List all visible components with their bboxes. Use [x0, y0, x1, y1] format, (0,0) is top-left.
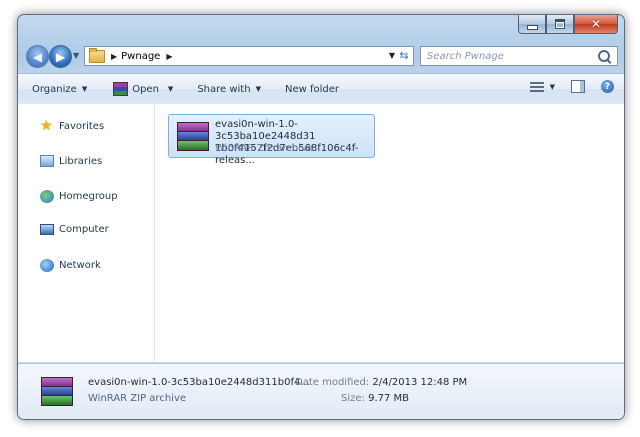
folder-icon: [89, 47, 105, 63]
breadcrumb-separator-icon[interactable]: ▶: [166, 52, 172, 61]
nav-item-label: Computer: [59, 224, 109, 235]
search-box[interactable]: Search Pwnage: [420, 46, 618, 66]
back-arrow-icon: ◀: [32, 49, 43, 64]
back-button[interactable]: ◀: [26, 45, 49, 68]
details-file-type: WinRAR ZIP archive: [88, 393, 187, 404]
organize-button[interactable]: Organize ▼: [32, 84, 87, 95]
file-name-line1: evasi0n-win-1.0-3c53ba10e2448d31: [215, 119, 316, 142]
star-icon: ★: [40, 118, 53, 134]
breadcrumb-pwnage[interactable]: Pwnage: [121, 51, 160, 62]
preview-pane-icon[interactable]: [571, 80, 585, 93]
address-dropdown-icon[interactable]: ▼: [389, 51, 395, 60]
chevron-down-icon: ▼: [255, 85, 261, 93]
minimize-button[interactable]: [518, 15, 546, 34]
winrar-archive-icon: [39, 375, 73, 407]
address-row: ◀ ▶ ▼ ▶ Pwnage ▶ ▼ ⇆ Search Pwnage: [24, 45, 618, 69]
details-file-name: evasi0n-win-1.0-3c53ba10e2448d311b0f4...: [88, 377, 310, 388]
command-bar: Organize ▼ Open ▼ Share with ▼ New folder ▼…: [18, 73, 624, 105]
minimize-icon: [526, 24, 538, 30]
organize-label: Organize: [32, 83, 77, 95]
nav-item-favorites[interactable]: ★ Favorites: [40, 118, 105, 134]
file-type: WinRAR ZIP archive: [215, 143, 314, 154]
explorer-window: ✕ ◀ ▶ ▼ ▶ Pwnage ▶ ▼ ⇆ Search Pwnage Org…: [17, 14, 625, 420]
recent-pages-dropdown[interactable]: ▼: [73, 51, 79, 60]
libraries-icon: [40, 155, 54, 167]
search-input[interactable]: Search Pwnage: [421, 51, 598, 62]
nav-item-homegroup[interactable]: Homegroup: [40, 190, 118, 203]
share-with-label: Share with: [197, 83, 251, 95]
nav-item-label: Favorites: [59, 121, 105, 132]
close-icon: ✕: [590, 17, 602, 31]
size-label: Size:: [341, 393, 365, 404]
maximize-button[interactable]: [546, 15, 574, 34]
winrar-archive-icon: [175, 120, 209, 152]
details-pane: evasi0n-win-1.0-3c53ba10e2448d311b0f4...…: [18, 363, 624, 419]
forward-button[interactable]: ▶: [49, 45, 72, 68]
address-bar[interactable]: ▶ Pwnage ▶ ▼ ⇆: [84, 46, 414, 66]
new-folder-button[interactable]: New folder: [285, 84, 339, 95]
file-item[interactable]: evasi0n-win-1.0-3c53ba10e2448d31 1b0f415…: [168, 114, 375, 166]
new-folder-label: New folder: [284, 83, 339, 95]
caption-buttons: ✕: [518, 15, 618, 34]
nav-item-label: Homegroup: [59, 191, 118, 202]
date-modified-label: Date modified:: [295, 377, 370, 388]
nav-item-computer[interactable]: Computer: [40, 224, 109, 235]
share-with-button[interactable]: Share with ▼: [197, 84, 261, 95]
breadcrumb-separator-icon[interactable]: ▶: [111, 52, 117, 61]
navigation-pane: ★ Favorites Libraries Homegroup Computer…: [18, 104, 155, 362]
view-controls: ▼ ?: [529, 80, 614, 93]
refresh-icon[interactable]: ⇆: [397, 49, 411, 63]
open-button[interactable]: Open ▼: [113, 82, 173, 96]
change-view-icon[interactable]: [529, 81, 544, 93]
network-icon: [40, 259, 54, 272]
open-label: Open: [132, 83, 159, 95]
details-size: Size: 9.77 MB: [341, 393, 409, 404]
details-date-modified: Date modified: 2/4/2013 12:48 PM: [295, 377, 467, 388]
file-list[interactable]: evasi0n-win-1.0-3c53ba10e2448d31 1b0f415…: [155, 104, 624, 362]
computer-icon: [40, 224, 54, 235]
chevron-down-icon[interactable]: ▼: [550, 83, 555, 91]
nav-item-libraries[interactable]: Libraries: [40, 155, 102, 167]
nav-item-network[interactable]: Network: [40, 259, 101, 272]
help-icon[interactable]: ?: [601, 80, 614, 93]
nav-item-label: Libraries: [59, 155, 103, 167]
winrar-icon: [113, 82, 129, 96]
chevron-down-icon: ▼: [81, 85, 88, 93]
size-value: 9.77 MB: [368, 393, 410, 404]
homegroup-icon: [40, 190, 54, 203]
maximize-icon: [555, 19, 565, 29]
close-button[interactable]: ✕: [574, 15, 618, 34]
date-modified-value: 2/4/2013 12:48 PM: [372, 377, 468, 388]
nav-item-label: Network: [59, 260, 101, 271]
chevron-down-icon[interactable]: ▼: [168, 85, 173, 93]
search-icon[interactable]: [598, 50, 610, 62]
forward-arrow-icon: ▶: [55, 49, 66, 64]
